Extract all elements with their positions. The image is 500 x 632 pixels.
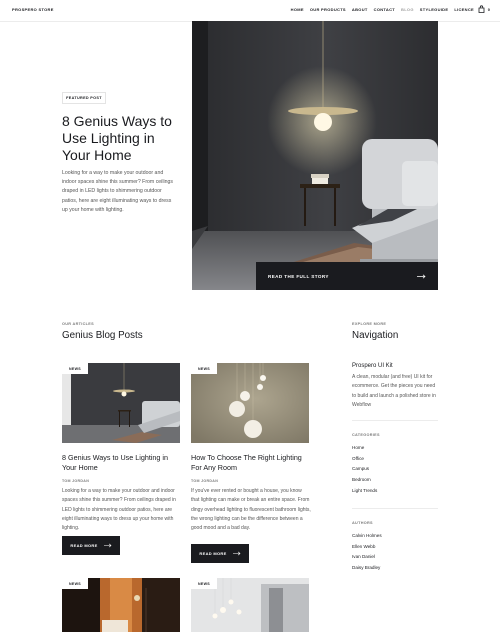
category-link-campus[interactable]: Campus: [352, 464, 377, 475]
post-3-image[interactable]: NEWS: [62, 578, 180, 632]
sidebar-kicker: EXPLORE MORE: [352, 322, 387, 326]
post-1-read-more-label: READ MORE: [70, 543, 98, 548]
categories-label: CATEGORIES: [352, 433, 380, 437]
featured-post-badge: FEATURED POST: [62, 92, 106, 104]
categories-list: Home Office Campus Bedroom Light Trends: [352, 443, 377, 496]
category-link-office[interactable]: Office: [352, 454, 377, 465]
read-full-story-button[interactable]: READ THE FULL STORY: [256, 262, 438, 290]
post-3-tag: NEWS: [62, 578, 88, 589]
author-link-daisy-bradley[interactable]: Daisy Bradley: [352, 563, 382, 574]
post-1-title[interactable]: 8 Genius Ways to Use Lighting in Your Ho…: [62, 453, 182, 473]
authors-list: Calvin Holmes Ellen Webb Ivan Daniel Dai…: [352, 531, 382, 574]
hero-excerpt: Looking for a way to make your outdoor a…: [62, 170, 173, 213]
sidebar-divider: [352, 508, 438, 509]
arrow-right-icon: [232, 551, 241, 556]
post-4-image[interactable]: NEWS: [191, 578, 309, 632]
cart-button[interactable]: 0: [478, 5, 490, 13]
nav-link-home[interactable]: HOME: [291, 7, 304, 12]
top-navbar: PROSPERO STORE HOME OUR PRODUCTS ABOUT C…: [0, 0, 500, 22]
ui-kit-description: A clean, modular (and free) UI kit for e…: [352, 374, 436, 408]
post-2-tag: NEWS: [191, 363, 217, 374]
category-link-home[interactable]: Home: [352, 443, 377, 454]
arrow-right-icon: [103, 543, 112, 548]
nav-links: HOME OUR PRODUCTS ABOUT CONTACT BLOG STY…: [291, 7, 474, 12]
sidebar-divider: [352, 420, 438, 421]
nav-link-blog[interactable]: BLOG: [401, 7, 414, 12]
post-2-read-more-button[interactable]: READ MORE: [191, 544, 249, 563]
nav-link-our-products[interactable]: OUR PRODUCTS: [310, 7, 346, 12]
nav-link-contact[interactable]: CONTACT: [374, 7, 395, 12]
cta-label: READ THE FULL STORY: [268, 273, 329, 279]
author-link-calvin-holmes[interactable]: Calvin Holmes: [352, 531, 382, 542]
post-2-image[interactable]: NEWS: [191, 363, 309, 443]
hero-title[interactable]: 8 Genius Ways to Use Lighting in Your Ho…: [62, 113, 182, 164]
hero-image[interactable]: [192, 21, 438, 290]
post-2-read-more-label: READ MORE: [199, 551, 227, 556]
nav-link-about[interactable]: ABOUT: [352, 7, 368, 12]
author-link-ellen-webb[interactable]: Ellen Webb: [352, 542, 382, 553]
post-1-tag: NEWS: [62, 363, 88, 374]
category-link-bedroom[interactable]: Bedroom: [352, 475, 377, 486]
ui-kit-title[interactable]: Prospero UI Kit: [352, 363, 393, 369]
post-1-read-more-button[interactable]: READ MORE: [62, 536, 120, 555]
post-2-author: TOM JORDAN: [191, 479, 219, 483]
author-link-ivan-daniel[interactable]: Ivan Daniel: [352, 552, 382, 563]
nav-link-styleguide[interactable]: STYLEGUIDE: [420, 7, 449, 12]
post-1-image[interactable]: NEWS: [62, 363, 180, 443]
shopping-bag-icon: [478, 5, 485, 13]
blog-section-title: Genius Blog Posts: [62, 330, 143, 341]
category-link-light-trends[interactable]: Light Trends: [352, 486, 377, 497]
cart-count: 0: [487, 6, 490, 12]
post-2-excerpt: If you've ever rented or bought a house,…: [191, 488, 311, 532]
nav-link-licence[interactable]: LICENCE: [454, 7, 474, 12]
post-4-tag: NEWS: [191, 578, 217, 589]
post-2-title[interactable]: How To Choose The Right Lighting For Any…: [191, 453, 311, 473]
post-1-excerpt: Looking for a way to make your outdoor a…: [62, 488, 176, 532]
arrow-right-icon: [417, 274, 426, 278]
brand-logo[interactable]: PROSPERO STORE: [12, 7, 54, 12]
sidebar-title: Navigation: [352, 330, 399, 341]
blog-kicker: OUR ARTICLES: [62, 322, 94, 326]
authors-label: AUTHORS: [352, 521, 373, 525]
post-1-author: TOM JORDAN: [62, 479, 90, 483]
